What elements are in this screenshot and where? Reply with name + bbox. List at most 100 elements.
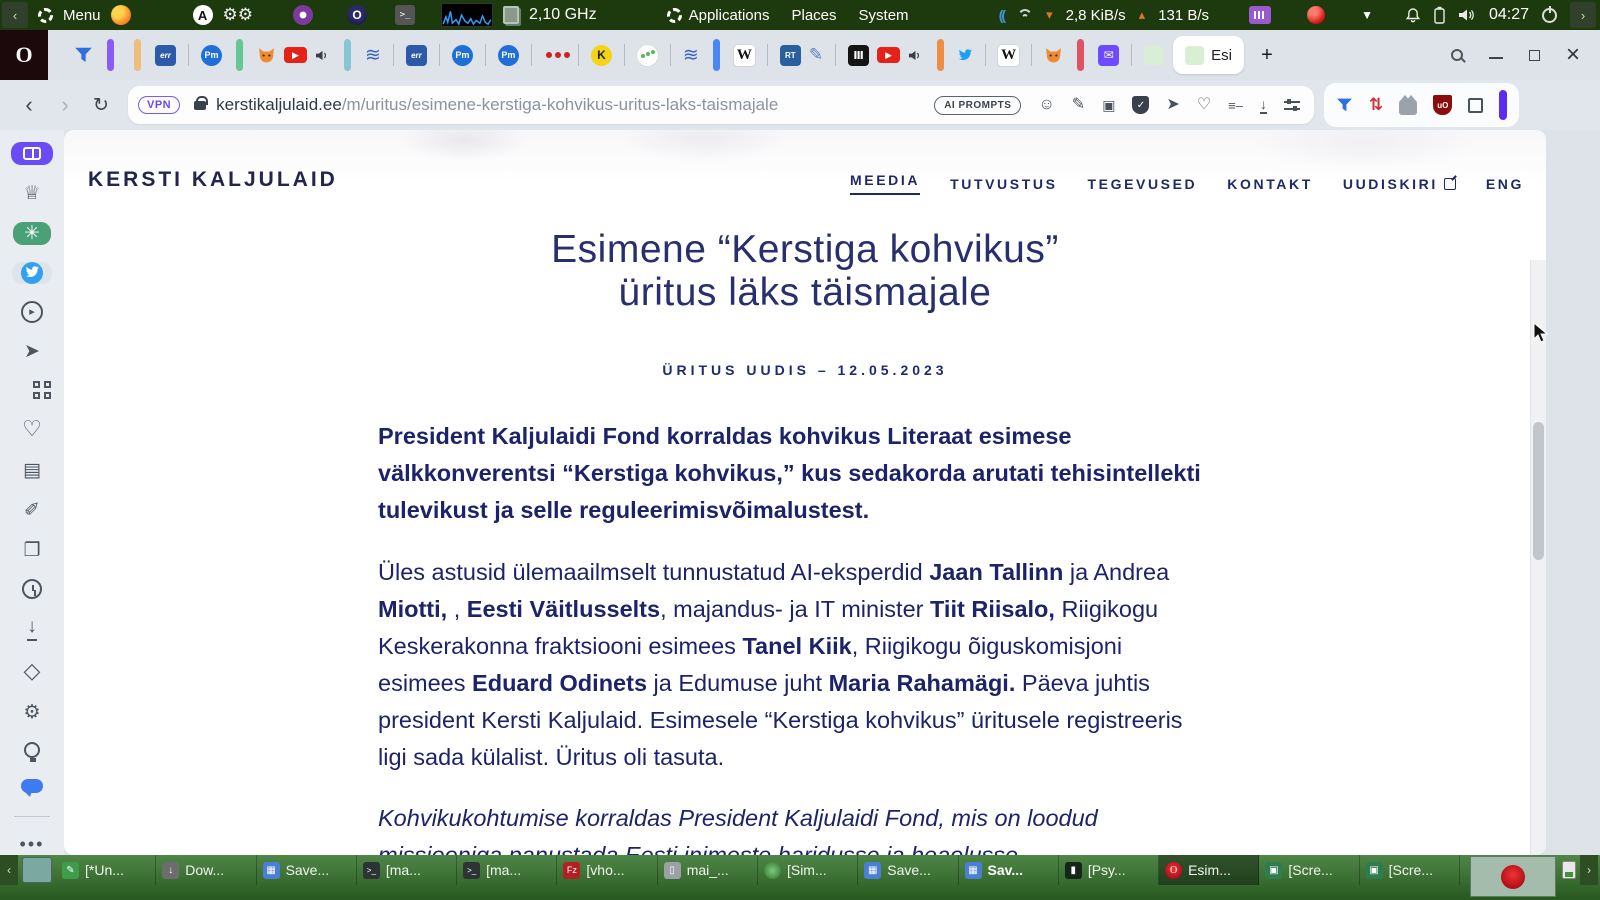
sidebar-bookmarks-icon[interactable] [11, 142, 53, 165]
sidebar-news-icon[interactable]: ▤ [13, 459, 51, 482]
snapshot-camera-icon[interactable]: ▣ [1102, 98, 1115, 112]
tab-group-bar[interactable] [1077, 39, 1085, 71]
sidebar-tabs-icon[interactable]: ❐ [13, 539, 51, 562]
tab-group-bar[interactable] [107, 39, 114, 71]
taskbar-window-button[interactable]: ▦ Save... [858, 855, 959, 885]
rt-tab-icon[interactable]: RT [776, 38, 805, 72]
adblock-shield-icon[interactable]: ✓ [1132, 96, 1150, 114]
fox-tab-icon[interactable] [1040, 38, 1067, 72]
sidebar-more[interactable]: ••• [20, 834, 45, 855]
opera-menu-button[interactable]: O [0, 30, 48, 80]
tab-group-bar[interactable] [236, 39, 243, 71]
tab-group-bar[interactable] [134, 39, 141, 71]
sidebar-my-flow-icon[interactable]: ➤ [13, 340, 51, 363]
sidebar-pinboards-icon[interactable]: ✐ [13, 499, 51, 522]
nav-tegevused[interactable]: TEGEVUSED [1088, 176, 1198, 192]
sidebar-speed-dial-icon[interactable] [13, 380, 51, 399]
url-text[interactable]: kerstikaljulaid.ee/m/uritus/esimene-kers… [216, 95, 934, 115]
tab-audio-icon[interactable] [311, 38, 334, 72]
vpn-badge[interactable]: VPN [138, 96, 181, 114]
recording-indicator-icon[interactable] [1307, 6, 1326, 24]
volume-icon[interactable] [1458, 7, 1476, 23]
forward-button[interactable]: › [50, 90, 80, 120]
cat-extension-icon[interactable] [1399, 94, 1418, 115]
places-menu[interactable]: Places [792, 7, 837, 24]
taskbar-window-button[interactable]: ▦ Save... [257, 855, 357, 885]
reading-list-icon[interactable]: ≡– [1228, 99, 1243, 112]
taskbar-window-button[interactable]: O Esim... [1159, 855, 1260, 885]
youtube-tab-icon[interactable]: ▶ [280, 38, 311, 72]
maximize-button[interactable] [1528, 45, 1546, 61]
sidebar-favorites-icon[interactable]: ♡ [13, 416, 51, 442]
taskbar-window-button[interactable]: ↓ Dow... [156, 855, 257, 885]
audio-applet-icon[interactable] [1249, 6, 1272, 24]
green-dots-tab-icon[interactable] [633, 38, 662, 72]
wikipedia-tab-icon[interactable]: W [730, 38, 759, 72]
nav-tutvustus[interactable]: TUTVUSTUS [950, 176, 1057, 192]
system-menu[interactable]: System [859, 7, 909, 24]
sidebar-twitter-icon[interactable] [12, 261, 52, 284]
wikipedia-tab-icon[interactable]: W [994, 38, 1023, 72]
nav-kontakt[interactable]: KONTAKT [1227, 176, 1313, 192]
taskbar-window-button[interactable]: ✎ [*Un... [56, 855, 157, 885]
sidebar-downloads-icon[interactable]: ↓ [13, 616, 51, 641]
new-tab-button[interactable]: + [1252, 40, 1282, 70]
cube-extension-icon[interactable] [1468, 97, 1484, 113]
reload-button[interactable]: ↻ [86, 90, 116, 120]
downloads-icon[interactable]: ↓ [1260, 97, 1267, 114]
archive-tab-icon[interactable]: Ⅲ [844, 38, 873, 72]
tab-search-icon[interactable] [1450, 49, 1463, 61]
taskbar-window-button[interactable]: ▣ [Scre... [1360, 855, 1460, 885]
page-settings-icon[interactable] [1284, 99, 1300, 111]
err-tab-icon[interactable]: err [402, 38, 431, 72]
nav-uudiskiri[interactable]: UUDISKIRI [1343, 176, 1456, 192]
show-desktop-button[interactable] [22, 857, 52, 883]
taskbar-window-button[interactable]: >_ [ma... [357, 855, 458, 885]
power-icon[interactable] [1542, 7, 1557, 23]
tab-audio-icon[interactable] [904, 38, 927, 72]
tor-browser-icon[interactable] [293, 5, 314, 25]
scrollbar-thumb[interactable] [1533, 422, 1544, 560]
pinboard-share-icon[interactable]: ✎ [1072, 97, 1085, 113]
reaction-smiley-icon[interactable]: ☺ [1038, 97, 1054, 113]
close-button[interactable]: × [1566, 43, 1580, 67]
taskbar-window-button[interactable]: >_ [ma... [457, 855, 558, 885]
sidebar-easy-setup-icon[interactable] [13, 741, 51, 762]
sidebar-settings-icon[interactable]: ⚙ [13, 701, 51, 724]
sidebar-toggle-bar[interactable] [1499, 90, 1508, 120]
waves-tab-icon[interactable]: ≋ [679, 38, 703, 72]
ublock-origin-icon[interactable]: uO [1433, 95, 1453, 115]
taskbar-window-button[interactable]: [Sim... [758, 855, 859, 885]
taskbar-window-button[interactable]: ▦ Sav... [959, 855, 1059, 885]
notification-tray-toggle-icon[interactable]: ▼ [1361, 8, 1373, 22]
active-tab[interactable]: Esi [1173, 36, 1244, 74]
wifi-icon[interactable] [1017, 8, 1034, 22]
sidebar-chatgpt-icon[interactable]: ✳ [13, 221, 51, 245]
protonmail-tab-icon[interactable]: ✉ [1094, 38, 1123, 72]
search-tool-icon[interactable]: A [192, 5, 213, 25]
clock[interactable]: 04:27 [1489, 6, 1529, 24]
postimees-tab-icon[interactable]: Pm [197, 38, 226, 72]
twitter-tab-icon[interactable] [954, 38, 977, 72]
secure-lock-icon[interactable] [194, 95, 209, 110]
taskbar-window-button[interactable]: ▯ mai_... [658, 855, 758, 885]
terminal-launcher-icon[interactable]: >_ [395, 5, 416, 25]
taskbar-window-button[interactable]: ▮ [Psy... [1059, 855, 1160, 885]
updown-extension-icon[interactable]: ⇅ [1369, 95, 1383, 115]
page-scrollbar[interactable]: ▼ [1530, 260, 1546, 855]
k-tab-icon[interactable]: K [587, 38, 616, 72]
nav-eng[interactable]: ENG [1486, 176, 1524, 192]
menu-button[interactable]: Menu [63, 7, 101, 24]
delfi-tab-icon[interactable] [540, 38, 570, 72]
err-tab-icon[interactable]: err [151, 38, 180, 72]
applications-menu[interactable]: Applications [666, 7, 770, 24]
opera-launcher-icon[interactable]: O [347, 5, 368, 25]
site-logo[interactable]: KERSTI KALJULAID [88, 168, 338, 192]
vpn-funnel-tab-icon[interactable] [70, 38, 97, 72]
tab-group-bar[interactable] [937, 39, 945, 71]
sidebar-history-icon[interactable] [13, 578, 51, 599]
send-to-device-icon[interactable]: ➤ [1166, 97, 1179, 113]
bookmark-heart-icon[interactable]: ♡ [1197, 97, 1211, 113]
taskbar-opera-preview[interactable] [1470, 856, 1556, 897]
firefox-launcher-icon[interactable] [110, 5, 131, 25]
